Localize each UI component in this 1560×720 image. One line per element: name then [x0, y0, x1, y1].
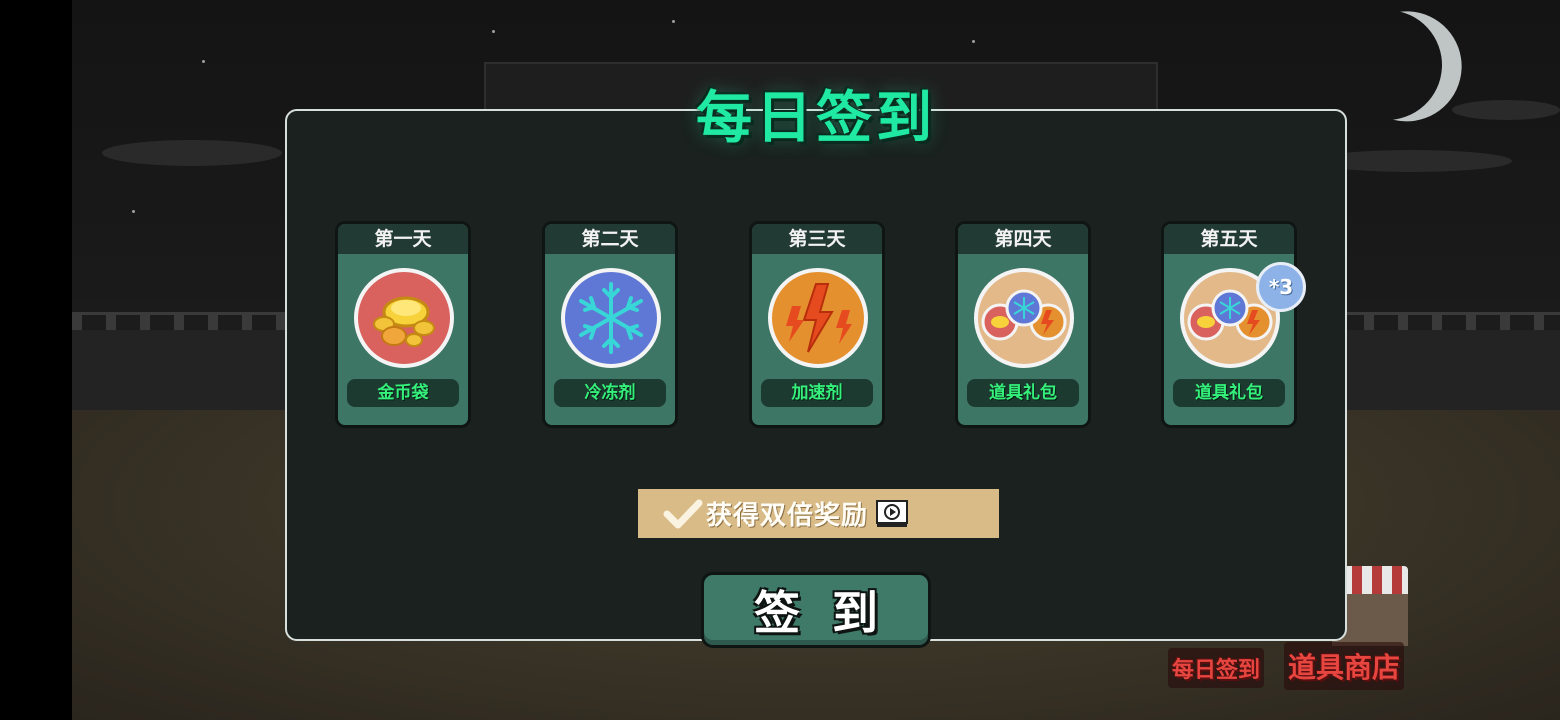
- day-card-2[interactable]: 第二天 冷冻剂: [542, 221, 678, 428]
- quantity-badge: *3: [1256, 262, 1306, 312]
- reward-name: 冷冻剂: [554, 379, 666, 407]
- day-card-3[interactable]: 第三天 加速剂: [749, 221, 885, 428]
- item-shop-link[interactable]: 道具商店: [1284, 642, 1405, 690]
- day-label: 第四天: [958, 224, 1088, 254]
- dialog-title: 每日签到: [696, 85, 936, 151]
- sign-in-button[interactable]: 签到: [701, 572, 931, 648]
- day-label: 第三天: [752, 224, 882, 254]
- double-reward-label: 获得双倍奖励: [706, 501, 869, 531]
- double-reward-toggle[interactable]: 获得双倍奖励: [638, 489, 999, 538]
- video-ad-icon: [876, 499, 909, 527]
- reward-name: 加速剂: [761, 379, 873, 407]
- reward-name: 金币袋: [347, 379, 459, 407]
- day-card-5[interactable]: 第五天 *3 道具礼包: [1161, 221, 1306, 428]
- sign-in-label: 签到: [754, 586, 910, 640]
- day-label: 第一天: [338, 224, 468, 254]
- reward-name: 道具礼包: [1173, 379, 1285, 407]
- daily-signin-link[interactable]: 每日签到: [1168, 648, 1265, 688]
- gold-coins-icon: [354, 268, 454, 368]
- checkmark-icon: [660, 489, 706, 538]
- item-pack-icon: [974, 268, 1074, 368]
- day-label: 第二天: [545, 224, 675, 254]
- reward-name: 道具礼包: [967, 379, 1079, 407]
- snowflake-icon: [561, 268, 661, 368]
- day-card-1[interactable]: 第一天 金币袋: [335, 221, 471, 428]
- day-card-4[interactable]: 第四天 道具礼包: [955, 221, 1091, 428]
- lightning-icon: [768, 268, 868, 368]
- day-label: 第五天: [1164, 224, 1294, 254]
